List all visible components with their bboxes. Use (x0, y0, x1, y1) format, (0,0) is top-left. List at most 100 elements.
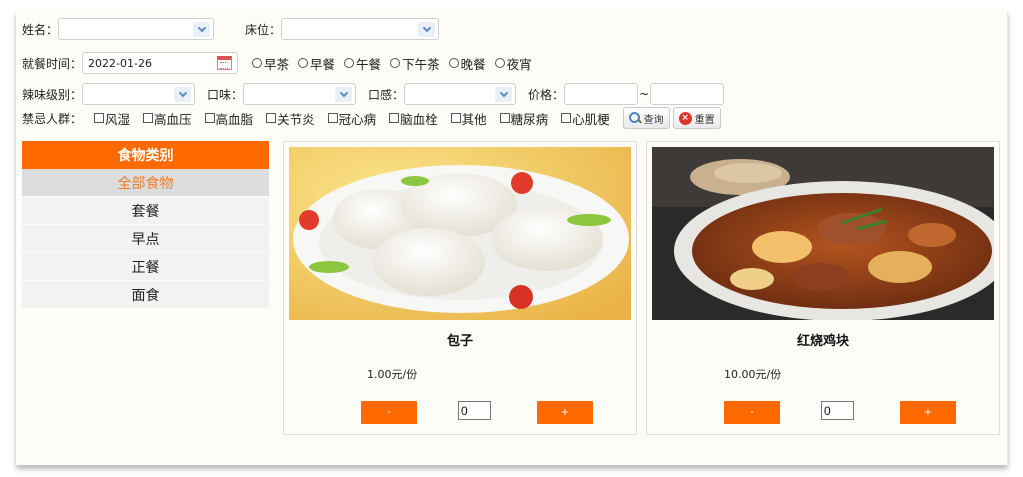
taboo-option-label: 冠心病 (338, 111, 377, 127)
product-card: 红烧鸡块 10.00元/份 - + (646, 141, 1000, 435)
filter-row-3: 辣味级别： 口味： 口感： 价格： ~ (22, 83, 725, 105)
taboo-option-label: 糖尿病 (510, 111, 549, 127)
meal-option-radio[interactable]: 早餐 (298, 54, 335, 73)
taboo-checkbox[interactable]: 脑血栓 (389, 109, 438, 128)
meal-options: 早茶 早餐 午餐 下午茶 晚餐 夜宵 (252, 54, 541, 73)
chevron-down-icon[interactable] (193, 22, 211, 37)
checkbox-icon[interactable] (389, 113, 400, 123)
taboo-checkbox[interactable]: 糖尿病 (499, 109, 549, 128)
meal-date-value: 2022-01-26 (88, 57, 152, 70)
meal-option-radio[interactable]: 夜宵 (494, 54, 532, 73)
meal-option-radio[interactable]: 午餐 (344, 54, 381, 73)
radio-icon[interactable] (390, 58, 401, 68)
taboo-checkbox[interactable]: 高血脂 (204, 109, 254, 128)
checkbox-icon[interactable] (561, 113, 572, 123)
braised-chicken-photo (652, 147, 994, 320)
taboo-checkbox[interactable]: 其他 (450, 109, 487, 128)
meal-option-label: 夜宵 (506, 56, 532, 72)
taboo-option-label: 高血脂 (215, 111, 254, 127)
radio-icon[interactable] (298, 58, 309, 68)
spicy-select[interactable] (82, 83, 196, 105)
taste-select[interactable] (243, 83, 357, 105)
search-button-label: 查询 (643, 114, 664, 126)
checkbox-icon[interactable] (450, 113, 461, 123)
decrease-button[interactable]: - (724, 401, 780, 424)
product-price: 10.00元/份 (724, 368, 782, 381)
filter-row-2: 就餐时间： 2022-01-26 早茶 早餐 午餐 下午茶 晚餐 夜宵 (22, 52, 541, 74)
name-label: 姓名： (22, 22, 59, 37)
price-min-input[interactable] (564, 83, 639, 105)
taboo-option-label: 其他 (461, 111, 487, 127)
radio-icon[interactable] (448, 58, 459, 68)
meal-option-radio[interactable]: 下午茶 (390, 54, 440, 73)
taboo-checkbox[interactable]: 冠心病 (327, 109, 377, 128)
search-button[interactable]: 查询 (622, 107, 670, 129)
spicy-label: 辣味级别： (22, 87, 83, 102)
sidebar-item-main-meal[interactable]: 正餐 (22, 253, 269, 281)
category-sidebar: 食物类别 全部食物 套餐 早点 正餐 面食 (22, 141, 269, 309)
taboo-checkbox[interactable]: 高血压 (143, 109, 192, 128)
calendar-icon[interactable] (217, 56, 233, 70)
taboo-checkbox[interactable]: 风湿 (94, 109, 130, 128)
taboo-option-label: 脑血栓 (400, 111, 438, 127)
meal-option-radio[interactable]: 早茶 (252, 54, 289, 73)
taboo-option-label: 高血压 (154, 111, 192, 127)
quantity-input[interactable] (458, 401, 491, 420)
radio-icon[interactable] (344, 58, 355, 68)
sidebar-item-noodles[interactable]: 面食 (22, 281, 269, 309)
reset-button-label: 重置 (694, 114, 715, 126)
meal-date-field[interactable]: 2022-01-26 (82, 52, 239, 74)
name-select[interactable] (58, 18, 215, 40)
texture-label: 口感： (368, 87, 405, 102)
sidebar-item-set-meal[interactable]: 套餐 (22, 197, 269, 225)
chevron-down-icon[interactable] (495, 87, 513, 102)
order-panel: 姓名： 床位： 就餐时间： 2022-01-26 早茶 早餐 午餐 下午茶 晚餐… (16, 10, 1008, 465)
chevron-down-icon[interactable] (174, 87, 192, 102)
checkbox-icon[interactable] (327, 113, 338, 123)
taboo-checkbox[interactable]: 关节炎 (266, 109, 315, 128)
meal-time-label: 就餐时间： (22, 56, 83, 71)
taboo-option-label: 关节炎 (277, 111, 315, 127)
taboo-checkbox[interactable]: 心肌梗 (561, 109, 610, 128)
taboo-options: 风湿 高血压 高血脂 关节炎 冠心病 脑血栓 其他 糖尿病 心肌梗 (94, 109, 623, 128)
meal-option-label: 晚餐 (460, 56, 486, 72)
price-max-input[interactable] (650, 83, 725, 105)
radio-icon[interactable] (252, 58, 263, 68)
checkbox-icon[interactable] (266, 113, 277, 123)
sidebar-item-breakfast[interactable]: 早点 (22, 225, 269, 253)
filter-row-4: 禁忌人群： 风湿 高血压 高血脂 关节炎 冠心病 脑血栓 其他 糖尿病 心肌梗 … (22, 107, 724, 129)
reset-button[interactable]: × 重置 (672, 107, 721, 129)
chevron-down-icon[interactable] (335, 87, 353, 102)
bed-label: 床位： (245, 22, 282, 37)
bed-select[interactable] (281, 18, 440, 40)
checkbox-icon[interactable] (499, 113, 510, 123)
meal-option-radio[interactable]: 晚餐 (448, 54, 486, 73)
quantity-input[interactable] (821, 401, 854, 420)
meal-option-label: 午餐 (356, 56, 382, 72)
checkbox-icon[interactable] (94, 113, 105, 123)
taboo-option-label: 风湿 (105, 111, 131, 127)
taboo-label: 禁忌人群： (22, 111, 83, 126)
meal-option-label: 早餐 (310, 56, 336, 72)
search-icon (628, 112, 641, 124)
checkbox-icon[interactable] (204, 113, 215, 123)
price-label: 价格： (528, 87, 565, 102)
texture-select[interactable] (404, 83, 517, 105)
decrease-button[interactable]: - (361, 401, 417, 424)
increase-button[interactable]: + (537, 401, 593, 424)
chevron-down-icon[interactable] (418, 22, 436, 37)
meal-option-label: 下午茶 (402, 56, 440, 72)
sidebar-item-all-food[interactable]: 全部食物 (22, 169, 269, 197)
product-price: 1.00元/份 (367, 368, 418, 381)
taste-label: 口味： (207, 87, 244, 102)
checkbox-icon[interactable] (143, 113, 154, 123)
product-card: 包子 1.00元/份 - + (283, 141, 637, 435)
radio-icon[interactable] (494, 58, 505, 68)
taboo-option-label: 心肌梗 (572, 111, 610, 127)
increase-button[interactable]: + (900, 401, 956, 424)
filter-row-1: 姓名： 床位： (22, 18, 440, 40)
product-name: 红烧鸡块 (796, 334, 849, 349)
sidebar-title: 食物类别 (22, 141, 269, 169)
price-separator: ~ (639, 87, 650, 101)
meal-option-label: 早茶 (264, 56, 290, 72)
